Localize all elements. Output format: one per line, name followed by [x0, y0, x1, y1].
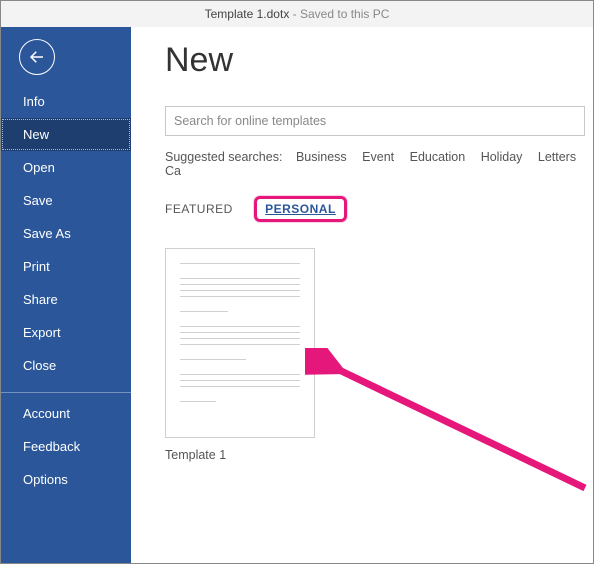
sidebar-item-feedback[interactable]: Feedback: [1, 430, 131, 463]
sidebar-item-new[interactable]: New: [1, 118, 131, 151]
arrow-left-icon: [28, 48, 46, 66]
suggested-business[interactable]: Business: [296, 150, 347, 164]
template-name: Template 1: [165, 448, 315, 462]
sidebar-separator: [1, 392, 131, 393]
sidebar-item-print[interactable]: Print: [1, 250, 131, 283]
suggested-label: Suggested searches:: [165, 150, 282, 164]
page-title: New: [165, 41, 593, 80]
sidebar-item-export[interactable]: Export: [1, 316, 131, 349]
back-button[interactable]: [19, 39, 55, 75]
sidebar-item-close[interactable]: Close: [1, 349, 131, 382]
main-panel: New Suggested searches: Business Event E…: [131, 27, 593, 563]
suggested-event[interactable]: Event: [362, 150, 394, 164]
tab-personal[interactable]: PERSONAL: [265, 202, 336, 216]
save-location: Saved to this PC: [300, 7, 389, 21]
sidebar-item-info[interactable]: Info: [1, 85, 131, 118]
tab-featured[interactable]: FEATURED: [165, 202, 233, 216]
backstage-sidebar: Info New Open Save Save As Print Share E…: [1, 27, 131, 563]
suggested-letters[interactable]: Letters: [538, 150, 576, 164]
suggested-more[interactable]: Ca: [165, 164, 181, 178]
annotation-arrow: [305, 348, 593, 548]
template-tabs: FEATURED PERSONAL: [165, 196, 593, 222]
annotation-highlight: PERSONAL: [254, 196, 347, 222]
sidebar-item-share[interactable]: Share: [1, 283, 131, 316]
template-thumbnail: [165, 248, 315, 438]
suggested-holiday[interactable]: Holiday: [481, 150, 523, 164]
sidebar-item-account[interactable]: Account: [1, 397, 131, 430]
sidebar-item-options[interactable]: Options: [1, 463, 131, 496]
template-search[interactable]: [165, 106, 585, 136]
search-input[interactable]: [174, 114, 576, 128]
template-card[interactable]: Template 1: [165, 248, 315, 462]
suggested-searches: Suggested searches: Business Event Educa…: [165, 150, 593, 178]
title-bar: Template 1.dotx - Saved to this PC: [1, 1, 593, 27]
sidebar-item-save[interactable]: Save: [1, 184, 131, 217]
sidebar-item-save-as[interactable]: Save As: [1, 217, 131, 250]
sidebar-item-open[interactable]: Open: [1, 151, 131, 184]
document-filename: Template 1.dotx: [205, 7, 290, 21]
suggested-education[interactable]: Education: [410, 150, 466, 164]
